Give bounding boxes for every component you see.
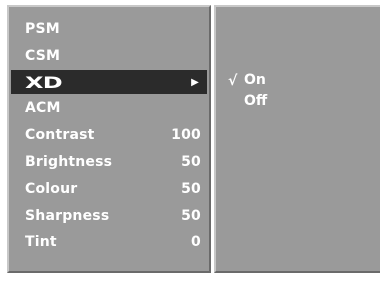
xd-submenu-panel: √ On Off [214,5,380,273]
menu-item-xd[interactable]: XD ▶ [11,70,207,94]
menu-item-contrast[interactable]: Contrast 100 [11,123,207,147]
submenu-option-label: Off [244,93,268,109]
menu-item-value: 50 [181,181,201,197]
menu-item-value: 100 [171,127,201,143]
menu-item-label: Brightness [25,154,113,170]
submenu-option-off[interactable]: Off [244,91,364,111]
menu-item-brightness[interactable]: Brightness 50 [11,150,207,174]
menu-item-value: 0 [191,234,201,250]
submenu-arrow-icon: ▶ [191,76,199,88]
checkmark-icon: √ [228,73,238,89]
osd-screen: PSM CSM XD ▶ ACM Contrast 100 Brightness… [0,0,380,283]
menu-item-label: Tint [25,234,57,250]
submenu-option-on[interactable]: On [244,70,364,90]
menu-item-label: Colour [25,181,78,197]
menu-item-acm[interactable]: ACM [11,96,207,120]
menu-item-value: 50 [181,154,201,170]
menu-item-label: CSM [25,48,61,64]
menu-item-label: Contrast [25,127,95,143]
submenu-option-label: On [244,72,266,88]
menu-item-value: 50 [181,208,201,224]
menu-item-tint[interactable]: Tint 0 [11,230,207,254]
menu-item-label: PSM [25,21,60,37]
xd-logo: XD [25,72,63,92]
menu-item-colour[interactable]: Colour 50 [11,177,207,201]
menu-item-label: Sharpness [25,208,110,224]
menu-item-sharpness[interactable]: Sharpness 50 [11,204,207,228]
menu-item-label: ACM [25,100,61,116]
menu-item-psm[interactable]: PSM [11,17,207,41]
menu-item-csm[interactable]: CSM [11,44,207,68]
picture-menu-panel: PSM CSM XD ▶ ACM Contrast 100 Brightness… [7,5,211,273]
